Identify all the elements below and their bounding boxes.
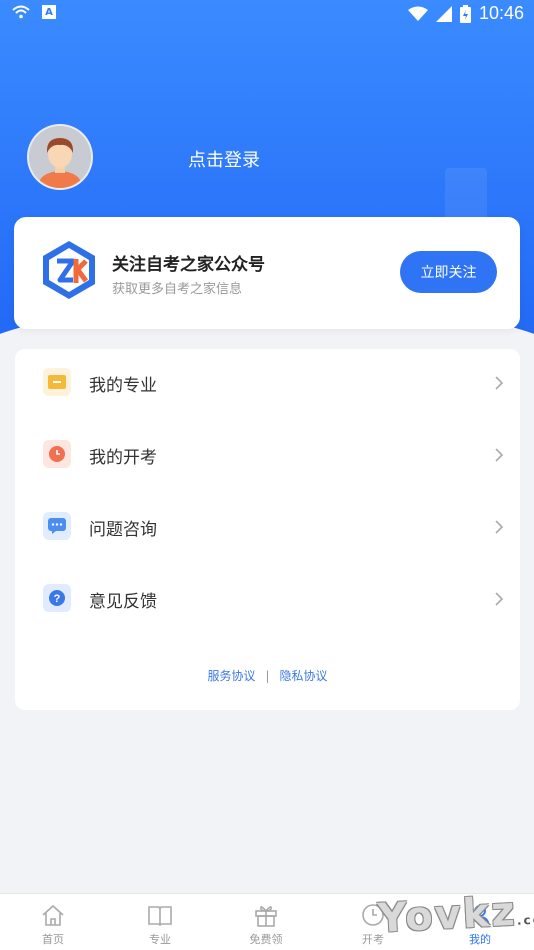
menu-item-label: 意见反馈 xyxy=(89,592,157,612)
menu-item-label: 我的专业 xyxy=(89,376,157,396)
tab-home[interactable]: 首页 xyxy=(0,894,106,950)
chevron-right-icon xyxy=(495,520,504,534)
menu-item-feedback[interactable]: ? 意见反馈 xyxy=(15,565,520,637)
menu-item-my-major[interactable]: 我的专业 xyxy=(15,349,520,421)
menu-item-label: 我的开考 xyxy=(89,448,157,468)
home-icon xyxy=(42,904,64,926)
question-icon: ? xyxy=(43,584,71,612)
chevron-right-icon xyxy=(495,448,504,462)
status-time: 10:46 xyxy=(478,3,524,23)
zikao-logo-icon xyxy=(43,241,95,299)
menu-item-my-exam[interactable]: 我的开考 xyxy=(15,421,520,493)
site-watermark: Yovkz.com xyxy=(376,888,534,948)
status-bar: A 10:46 xyxy=(0,0,534,28)
service-agreement-link[interactable]: 服务协议 xyxy=(207,669,255,683)
chevron-right-icon xyxy=(495,376,504,390)
follow-title: 关注自考之家公众号 xyxy=(112,255,265,275)
tab-major[interactable]: 专业 xyxy=(107,894,213,950)
svg-text:?: ? xyxy=(54,593,61,605)
tab-label: 免费领 xyxy=(249,933,283,946)
menu-item-label: 问题咨询 xyxy=(89,520,157,540)
battery-icon xyxy=(459,4,471,23)
menu-item-consult[interactable]: 问题咨询 xyxy=(15,493,520,565)
chat-icon xyxy=(43,512,71,540)
link-separator: | xyxy=(265,669,270,683)
gift-icon xyxy=(255,906,277,927)
watermark-suffix: .com xyxy=(516,911,534,928)
follow-card: 关注自考之家公众号 获取更多自考之家信息 立即关注 xyxy=(14,217,520,329)
follow-button[interactable]: 立即关注 xyxy=(400,251,497,293)
tab-label: 首页 xyxy=(42,933,64,946)
privacy-agreement-link[interactable]: 隐私协议 xyxy=(280,669,328,683)
login-prompt[interactable]: 点击登录 xyxy=(188,146,260,172)
menu-card: 我的专业 我的开考 问题咨询 ? 意见反馈 服务协议 | 隐私协议 xyxy=(15,349,520,710)
tab-label: 专业 xyxy=(149,933,171,946)
wifi-signal-icon xyxy=(407,6,428,21)
user-avatar-icon xyxy=(29,126,91,188)
follow-subtitle: 获取更多自考之家信息 xyxy=(112,282,243,297)
watermark-text: Yovkz xyxy=(376,888,518,942)
cell-signal-icon xyxy=(435,5,452,22)
chevron-right-icon xyxy=(495,592,504,606)
clock-icon xyxy=(43,440,71,468)
agreement-links: 服务协议 | 隐私协议 xyxy=(15,667,520,684)
folder-icon xyxy=(43,368,71,396)
avatar[interactable] xyxy=(27,124,93,190)
book-icon xyxy=(148,906,172,927)
wifi-icon xyxy=(12,5,30,19)
a-notification-icon: A xyxy=(42,5,56,19)
tab-free[interactable]: 免费领 xyxy=(213,894,319,950)
